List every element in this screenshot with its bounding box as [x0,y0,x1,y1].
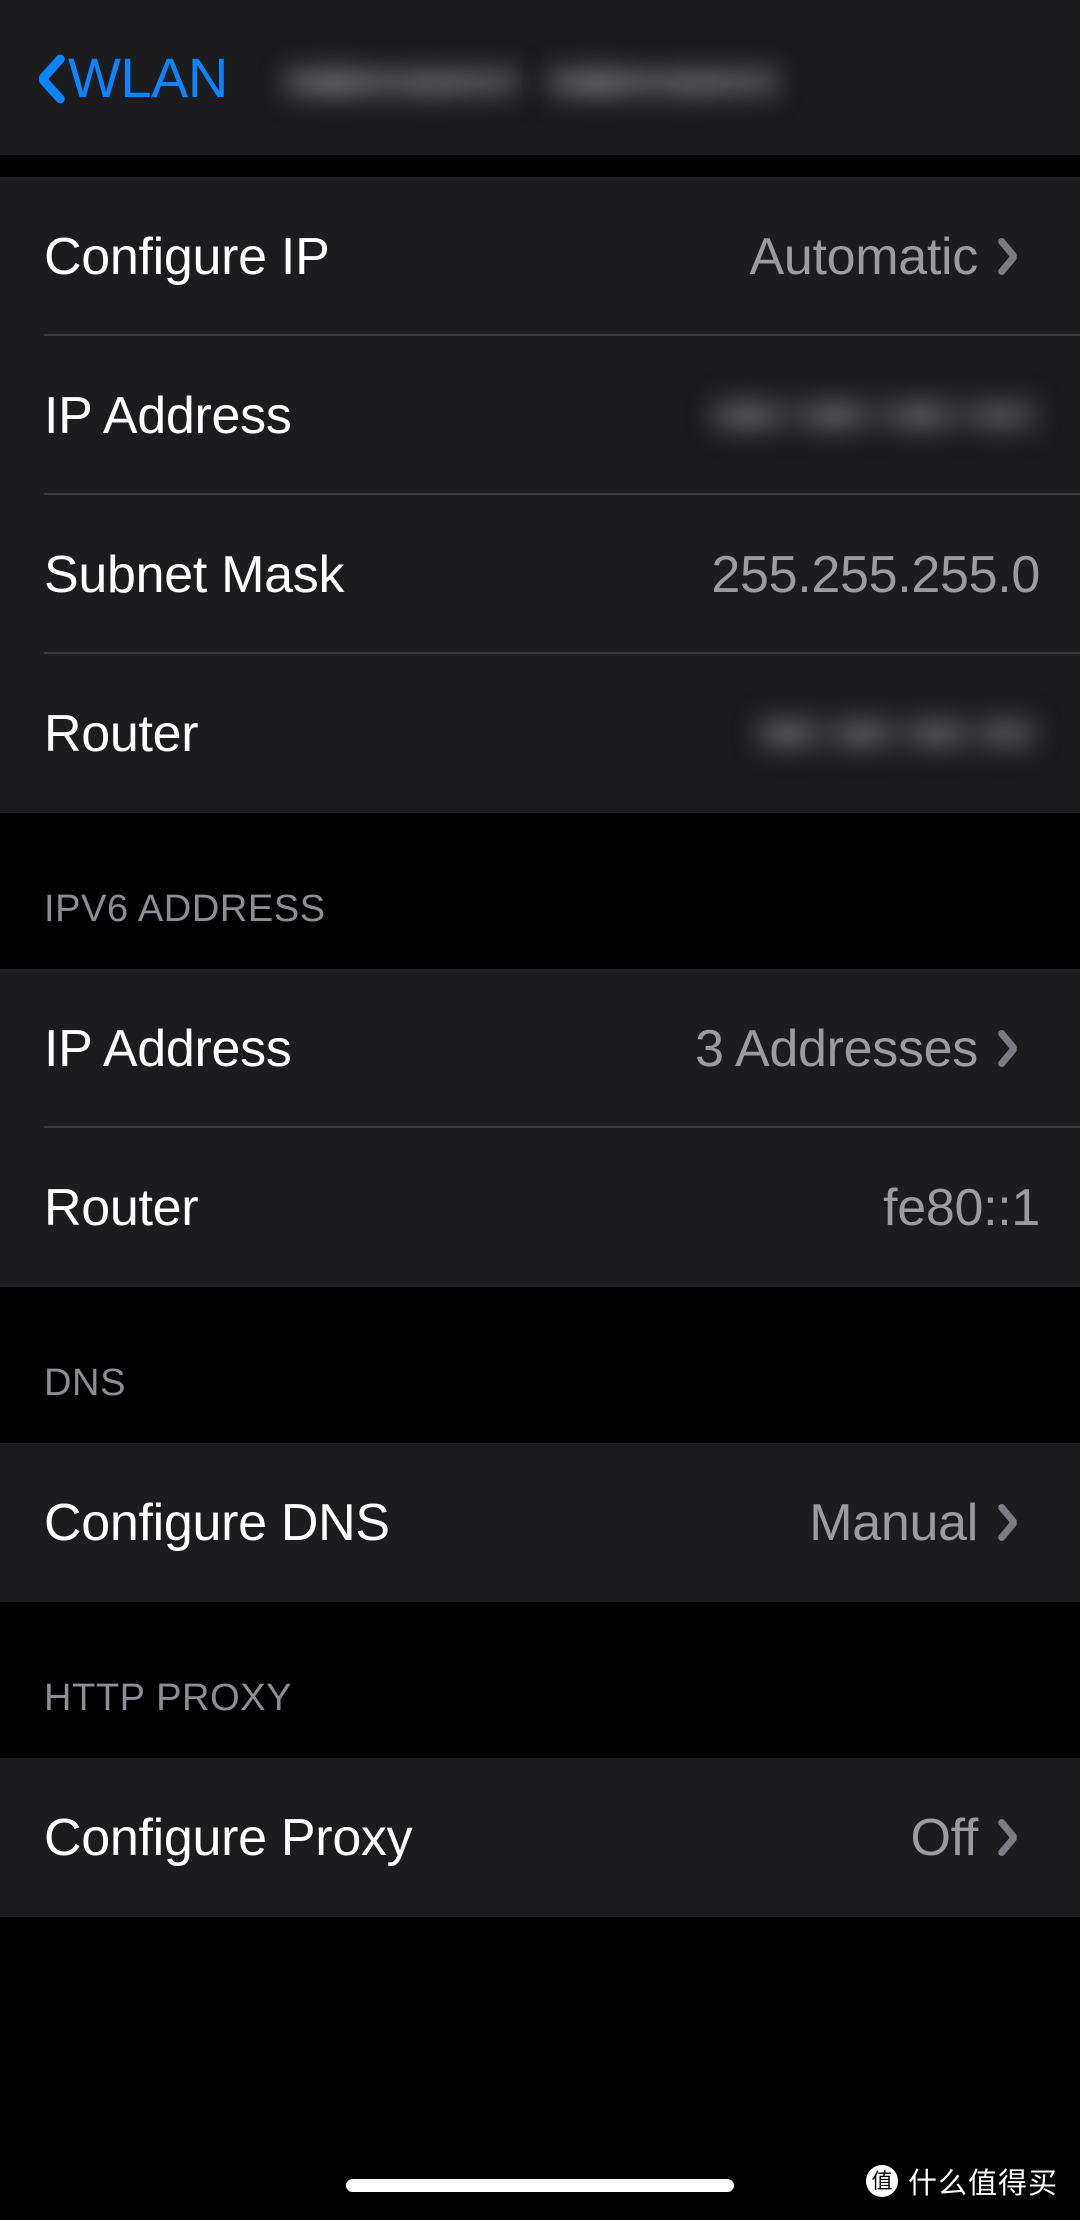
redacted-title-word [283,62,519,104]
redacted-value [708,392,1040,439]
row-label: IP Address [44,386,292,445]
section-dns: Configure DNS Manual [0,1443,1080,1602]
navbar-gap [0,155,1080,177]
chevron-left-icon [22,47,62,109]
row-value-group: Automatic [749,227,1040,287]
row-configure-proxy[interactable]: Configure Proxy Off [0,1758,1080,1917]
row-label: Configure DNS [44,1493,390,1552]
redacted-title-word [547,62,779,104]
chevron-right-icon [996,1813,1040,1863]
back-button[interactable]: WLAN [22,0,228,155]
row-subnet-mask: Subnet Mask 255.255.255.0 [0,495,1080,654]
home-indicator[interactable] [346,2179,734,2192]
row-label: Subnet Mask [44,545,345,604]
row-ip-address-v6[interactable]: IP Address 3 Addresses [0,969,1080,1128]
row-value-group: fe80::1 [883,1178,1040,1238]
smzdm-logo-icon: 值 [865,2165,898,2197]
back-button-label: WLAN [68,45,228,109]
row-value: fe80::1 [883,1178,1040,1237]
watermark: 值 什么值得买 [865,2160,1058,2202]
row-value-group [754,704,1040,764]
phone-screen: WLAN Configure IP Automatic IP Address S… [0,0,1080,2220]
row-configure-ip[interactable]: Configure IP Automatic [0,177,1080,336]
row-value: Automatic [749,227,978,286]
row-value-group [708,386,1040,446]
chevron-right-icon [996,232,1040,282]
gap-after-ipv6-header [0,949,1080,969]
row-router-v4: Router [0,654,1080,813]
row-value: Manual [809,1493,978,1552]
row-label: Configure IP [44,227,330,286]
chevron-right-icon [996,1498,1040,1548]
row-label: Router [44,704,199,763]
row-router-v6: Router fe80::1 [0,1128,1080,1287]
gap-before-proxy [0,1602,1080,1674]
section-header-ipv6: IPV6 ADDRESS [0,885,1080,949]
section-header-http-proxy: HTTP PROXY [0,1674,1080,1738]
row-value-group: Off [910,1808,1040,1868]
section-http-proxy: Configure Proxy Off [0,1758,1080,1917]
row-value: 3 Addresses [695,1019,978,1078]
row-configure-dns[interactable]: Configure DNS Manual [0,1443,1080,1602]
row-label: IP Address [44,1019,292,1078]
row-value-group: 3 Addresses [695,1019,1040,1079]
navigation-bar: WLAN [0,0,1080,155]
gap-after-proxy-header [0,1738,1080,1758]
row-label: Router [44,1178,199,1237]
network-name-redacted [283,57,803,109]
chevron-right-icon [996,1024,1040,1074]
section-ipv4: Configure IP Automatic IP Address Subnet… [0,177,1080,813]
section-header-dns: DNS [0,1359,1080,1423]
section-ipv6: IP Address 3 Addresses Router fe80::1 [0,969,1080,1287]
watermark-text: 什么值得买 [907,2166,1058,2200]
gap-after-dns-header [0,1423,1080,1443]
row-value-group: 255.255.255.0 [711,545,1040,605]
gap-before-dns [0,1287,1080,1359]
redacted-value [754,710,1040,757]
gap-before-ipv6 [0,813,1080,885]
row-label: Configure Proxy [44,1808,413,1867]
row-value: Off [910,1808,978,1867]
row-value: 255.255.255.0 [711,545,1040,604]
row-ip-address-v4: IP Address [0,336,1080,495]
row-value-group: Manual [809,1493,1040,1553]
